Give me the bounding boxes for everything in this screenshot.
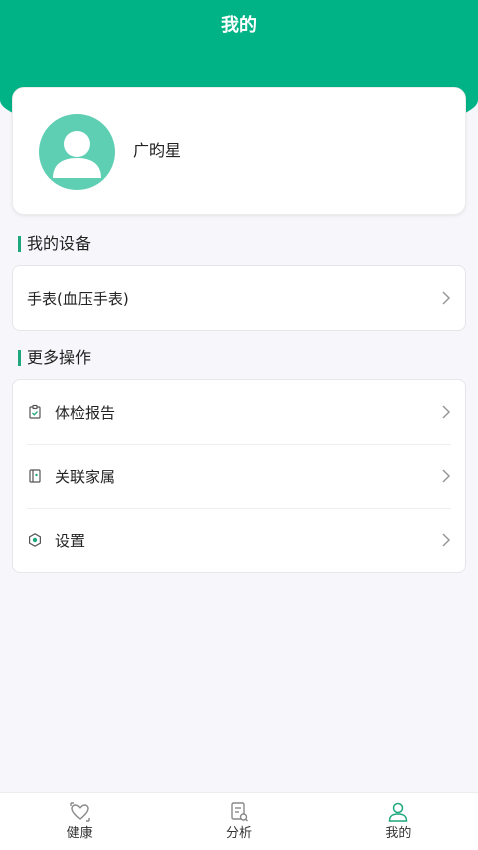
section-title-more: 更多操作: [18, 348, 91, 368]
section-title-devices: 我的设备: [18, 234, 91, 254]
tab-analysis[interactable]: 分析: [159, 793, 318, 850]
tab-label: 健康: [66, 826, 93, 841]
menu-item-settings[interactable]: 设置: [13, 508, 465, 572]
tab-label: 我的: [385, 826, 412, 841]
tab-label: 分析: [225, 826, 252, 841]
avatar[interactable]: [39, 114, 115, 190]
bottom-tab-bar: 健康 分析 我的: [0, 792, 478, 850]
health-heart-icon: [69, 802, 90, 822]
menu-item-family[interactable]: 关联家属: [13, 444, 465, 508]
analysis-report-icon: [231, 802, 248, 822]
profile-card[interactable]: 广昀星: [12, 87, 466, 215]
contact-book-icon: [27, 468, 43, 484]
user-profile-icon: [389, 802, 408, 822]
devices-card: 手表(血压手表): [12, 265, 466, 331]
menu-item-health-report[interactable]: 体检报告: [13, 380, 465, 444]
tab-health[interactable]: 健康: [0, 793, 159, 850]
page-title: 我的: [221, 15, 257, 36]
menu-item-label: 关联家属: [55, 467, 116, 486]
clipboard-check-icon: [27, 404, 43, 420]
tab-mine[interactable]: 我的: [319, 793, 478, 850]
device-item-watch[interactable]: 手表(血压手表): [13, 266, 465, 330]
menu-item-label: 设置: [55, 531, 86, 550]
chevron-right-icon: [441, 469, 451, 483]
menu-item-label: 体检报告: [55, 403, 116, 422]
chevron-right-icon: [441, 291, 451, 305]
more-actions-card: 体检报告 关联家属 设置: [12, 379, 466, 573]
device-item-label: 手表(血压手表): [27, 289, 129, 308]
user-avatar-icon: [53, 131, 101, 178]
chevron-right-icon: [441, 533, 451, 547]
user-name: 广昀星: [133, 141, 182, 160]
chevron-right-icon: [441, 405, 451, 419]
settings-gear-icon: [27, 532, 43, 548]
